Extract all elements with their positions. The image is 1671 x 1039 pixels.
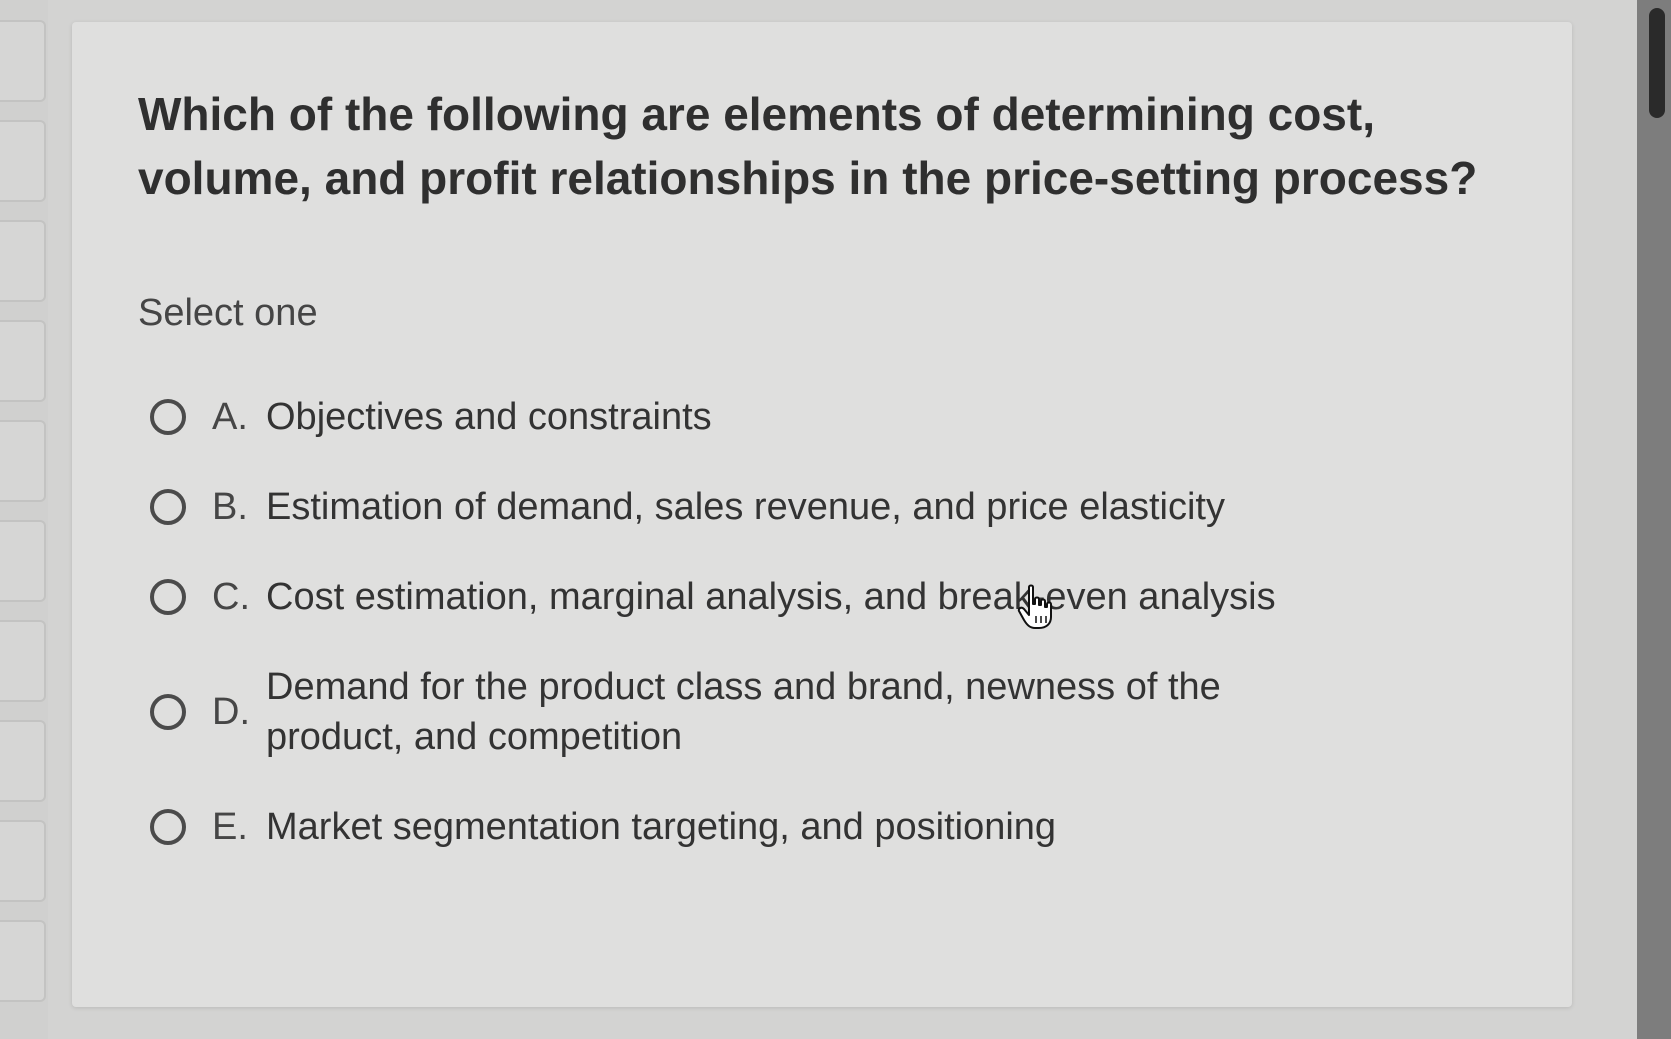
option-text: Market segmentation targeting, and posit… [266, 806, 1057, 848]
answer-options: A. Objectives and constraints B. Estimat… [150, 392, 1530, 852]
rail-tab [0, 520, 46, 602]
option-letter: B. [212, 485, 248, 528]
radio-unchecked-icon[interactable] [150, 694, 186, 730]
left-rail [0, 0, 48, 1039]
rail-tab [0, 720, 46, 802]
option-b[interactable]: B. Estimation of demand, sales revenue, … [150, 482, 1530, 532]
rail-tab [0, 20, 46, 102]
option-text: Objectives and constraints [266, 396, 712, 438]
rail-tab [0, 120, 46, 202]
select-instruction: Select one [138, 292, 318, 334]
option-letter: D. [212, 690, 250, 733]
radio-unchecked-icon[interactable] [150, 399, 186, 435]
option-d[interactable]: D. Demand for the product class and bran… [150, 662, 1530, 762]
question-card: Which of the following are elements of d… [72, 22, 1572, 1007]
hand-pointer-icon [1017, 584, 1052, 629]
rail-tab [0, 220, 46, 302]
radio-unchecked-icon[interactable] [150, 579, 186, 615]
scrollbar-thumb[interactable] [1649, 8, 1665, 118]
option-e[interactable]: E. Market segmentation targeting, and po… [150, 802, 1530, 852]
option-c[interactable]: C. Cost estimation, marginal analysis, a… [150, 572, 1530, 622]
rail-tab [0, 320, 46, 402]
option-letter: E. [212, 805, 248, 848]
rail-tab [0, 920, 46, 1002]
radio-unchecked-icon[interactable] [150, 489, 186, 525]
scrollbar[interactable] [1637, 0, 1671, 1039]
option-text: Estimation of demand, sales revenue, and… [266, 486, 1225, 528]
rail-tab [0, 620, 46, 702]
rail-tab [0, 820, 46, 902]
option-a[interactable]: A. Objectives and constraints [150, 392, 1530, 442]
option-letter: C. [212, 575, 250, 618]
option-text: Cost estimation, marginal analysis, and … [266, 576, 1276, 618]
rail-tab [0, 420, 46, 502]
option-text: Demand for the product class and brand, … [266, 666, 1221, 758]
option-letter: A. [212, 395, 248, 438]
radio-unchecked-icon[interactable] [150, 809, 186, 845]
question-text: Which of the following are elements of d… [138, 88, 1478, 204]
